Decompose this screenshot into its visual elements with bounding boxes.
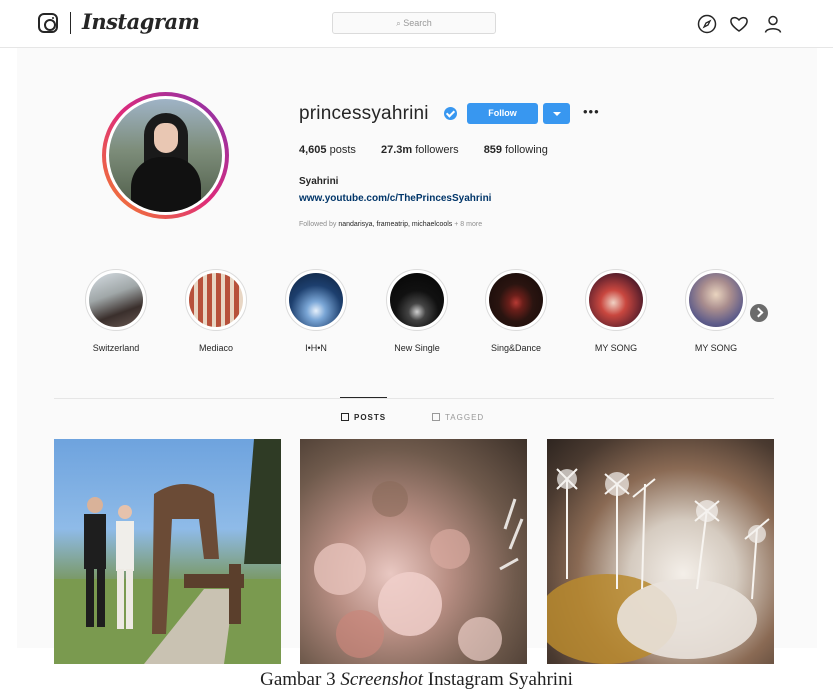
- highlight-item[interactable]: MY SONG: [684, 269, 748, 353]
- follow-button[interactable]: Follow: [467, 103, 538, 124]
- profile-website-link[interactable]: www.youtube.com/c/ThePrincesSyahrini: [299, 193, 491, 204]
- highlight-item[interactable]: I•H•N: [284, 269, 348, 353]
- highlight-item[interactable]: MY SONG: [584, 269, 648, 353]
- instagram-wordmark[interactable]: Instagram: [82, 9, 200, 34]
- verified-badge-icon: [444, 107, 457, 120]
- highlight-item[interactable]: Mediaco: [184, 269, 248, 353]
- compass-icon[interactable]: [697, 14, 717, 34]
- tagged-icon: [432, 413, 440, 421]
- highlight-item[interactable]: Sing&Dance: [484, 269, 548, 353]
- post-thumbnail[interactable]: [547, 439, 774, 664]
- profile-stats: 4,605 posts 27.3m followers 859 followin…: [299, 144, 570, 156]
- following-stat[interactable]: 859 following: [484, 144, 548, 156]
- more-options-icon[interactable]: •••: [583, 104, 600, 119]
- highlight-item[interactable]: New Single: [385, 269, 449, 353]
- tab-posts[interactable]: POSTS: [341, 413, 386, 422]
- tab-tagged[interactable]: TAGGED: [432, 413, 484, 422]
- avatar-photo: [109, 99, 222, 212]
- profile-username: princessyahrini: [299, 103, 429, 124]
- followers-stat[interactable]: 27.3m followers: [381, 144, 459, 156]
- profile-full-name: Syahrini: [299, 176, 339, 187]
- search-input[interactable]: ⌕ Search: [332, 12, 496, 34]
- figure-caption: Gambar 3 Screenshot Instagram Syahrini: [260, 669, 573, 690]
- profile-avatar[interactable]: [102, 92, 229, 219]
- search-placeholder: Search: [403, 18, 432, 28]
- chevron-right-icon[interactable]: [750, 304, 768, 322]
- heart-icon[interactable]: [729, 14, 749, 34]
- search-icon: ⌕: [396, 19, 401, 28]
- logo-divider: [70, 12, 71, 34]
- instagram-logo-icon[interactable]: [38, 13, 58, 33]
- post-thumbnail[interactable]: [300, 439, 527, 664]
- grid-icon: [341, 413, 349, 421]
- highlight-item[interactable]: Switzerland: [84, 269, 148, 353]
- profile-icon[interactable]: [763, 14, 783, 34]
- followed-by-text[interactable]: Followed by nandarisya, frameatrip, mich…: [299, 221, 482, 228]
- top-navigation: Instagram ⌕ Search: [0, 0, 833, 48]
- post-thumbnail[interactable]: [54, 439, 281, 664]
- active-tab-indicator: [340, 397, 387, 398]
- tab-divider: [54, 398, 774, 399]
- follow-dropdown-button[interactable]: [543, 103, 570, 124]
- posts-stat: 4,605 posts: [299, 144, 356, 156]
